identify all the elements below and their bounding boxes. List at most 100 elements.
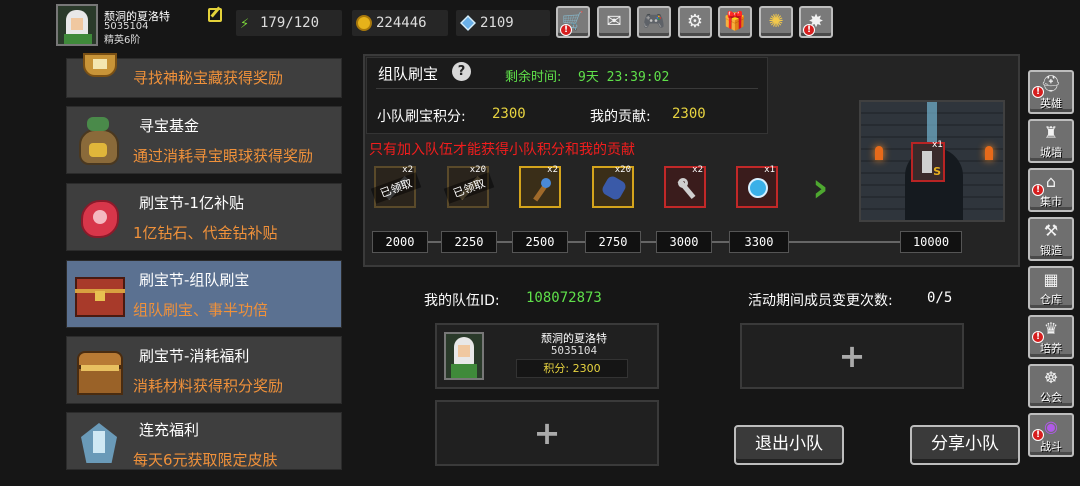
milestone-value: 2000 xyxy=(372,231,428,253)
reward-count: x1 xyxy=(764,165,775,175)
member-changes-label: 活动期间成员变更次数: xyxy=(748,293,893,309)
mail-icon: ✉ xyxy=(606,11,622,32)
event-item-desc: 组队刷宝、事半功倍 xyxy=(133,301,269,319)
sidebar-training[interactable]: ♛ 培养 ! xyxy=(1028,315,1074,359)
dungeon-preview: x1 S xyxy=(859,100,1005,222)
remaining-time-value: 9天 23:39:02 xyxy=(578,70,670,85)
event-item-subsidy[interactable]: 刷宝节-1亿补贴 1亿钻石、代金钻补贴 xyxy=(66,183,342,251)
next-arrow-icon[interactable]: › xyxy=(812,168,828,208)
milestone-value: 2750 xyxy=(585,231,641,253)
gear-icon: ⚙ xyxy=(686,11,704,32)
event-item-treasure-fund[interactable]: 寻宝基金 通过消耗寻宝眼球获得奖励 xyxy=(66,106,342,174)
sidebar-warehouse[interactable]: ▦ 仓库 xyxy=(1028,266,1074,310)
event-item-treasure-hunt[interactable]: 寻找神秘宝藏获得奖励 xyxy=(66,53,342,98)
sidebar-label: 锻造 xyxy=(1040,244,1062,257)
event-item-team-farming[interactable]: 刷宝节-组队刷宝 组队刷宝、事半功倍 xyxy=(66,260,342,328)
diamond-icon xyxy=(460,15,476,31)
alert-icon: ! xyxy=(803,24,815,36)
blue-orb-icon xyxy=(748,178,768,198)
event-item-consume-bonus[interactable]: 刷宝节-消耗福利 消耗材料获得积分奖励 xyxy=(66,336,342,404)
alert-icon: ! xyxy=(1032,429,1044,441)
empty-member-slot[interactable]: + xyxy=(435,400,659,466)
edit-name-icon[interactable] xyxy=(208,8,222,22)
avatar-face xyxy=(71,18,83,30)
plus-icon: + xyxy=(838,337,866,375)
help-icon[interactable]: ? xyxy=(452,62,471,81)
colorwheel-icon: ✺ xyxy=(768,11,784,32)
reward-slot[interactable]: x2 xyxy=(519,165,561,208)
team-score-value: 2300 xyxy=(492,106,526,122)
divider xyxy=(376,88,758,89)
share-team-button[interactable]: 分享小队 xyxy=(910,425,1020,465)
gold-coin-icon xyxy=(356,15,372,31)
red-gem-icon xyxy=(71,190,127,246)
settings-button[interactable]: ⚙ xyxy=(678,6,712,38)
player-rank: 精英6阶 xyxy=(104,35,141,46)
gold-counter: 224446 xyxy=(352,10,448,36)
leave-team-button[interactable]: 退出小队 xyxy=(734,425,844,465)
energy-value: 179/120 xyxy=(260,15,320,31)
event-item-recharge[interactable]: 连充福利 每天6元获取限定皮肤 xyxy=(66,412,342,470)
sidebar-heroes[interactable]: ⛑ 英雄 ! xyxy=(1028,70,1074,114)
blue-ore-icon xyxy=(600,174,628,202)
player-avatar[interactable] xyxy=(56,4,98,46)
torch-icon xyxy=(985,146,993,160)
claimed-stamp: 已领取 xyxy=(443,172,495,204)
team-id-label: 我的队伍ID: xyxy=(424,293,500,309)
contribution-label: 我的贡献: xyxy=(590,109,651,125)
torch-icon xyxy=(875,146,883,160)
reward-count: x2 xyxy=(692,165,703,175)
sidebar-guild[interactable]: ☸ 公会 xyxy=(1028,364,1074,408)
gem-value: 2109 xyxy=(480,15,514,31)
warehouse-icon: ▦ xyxy=(1043,270,1059,289)
wrench-icon xyxy=(676,178,696,200)
anvil-icon: ⚒ xyxy=(1043,221,1059,240)
final-reward-count: x1 xyxy=(931,140,943,150)
event-item-desc: 消耗材料获得积分奖励 xyxy=(133,377,284,395)
reward-slot[interactable]: x2 已领取 xyxy=(370,165,422,208)
plus-icon: + xyxy=(533,414,561,452)
reward-slot[interactable]: x1 xyxy=(736,165,778,208)
gamepad-icon: 🎮 xyxy=(642,11,666,32)
fireworks-button[interactable]: ✸ ! xyxy=(799,6,833,38)
member-id: 5035104 xyxy=(550,344,598,357)
treasure-chest-icon xyxy=(71,45,127,101)
sidebar-forge[interactable]: ⚒ 锻造 xyxy=(1028,217,1074,261)
final-reward-slot[interactable]: x1 S xyxy=(911,140,945,182)
team-score-label: 小队刷宝积分: xyxy=(377,109,466,125)
gift-icon: 🎁 xyxy=(723,11,747,32)
gamepad-button[interactable]: 🎮 xyxy=(637,6,671,38)
alert-icon: ! xyxy=(1032,331,1044,343)
team-id-value: 108072873 xyxy=(526,290,602,306)
reward-count: x20 xyxy=(614,165,631,175)
ice-crystal-icon xyxy=(71,417,127,473)
sidebar-label: 公会 xyxy=(1040,391,1062,404)
open-chest-icon xyxy=(71,343,127,399)
sidebar-battle[interactable]: ◉ 战斗 ! xyxy=(1028,413,1074,457)
reward-slot[interactable]: x20 xyxy=(592,165,634,208)
energy-icon xyxy=(240,10,256,36)
reward-slot[interactable]: x20 已领取 xyxy=(443,165,495,208)
sidebar-label: 城墙 xyxy=(1040,146,1062,159)
avatar-robe xyxy=(64,34,92,44)
money-bag-icon xyxy=(71,113,127,169)
colorwheel-button[interactable]: ✺ xyxy=(759,6,793,38)
milestone-value: 2500 xyxy=(512,231,568,253)
member-avatar xyxy=(444,332,484,380)
reward-slot[interactable]: x2 xyxy=(664,165,706,208)
member-score: 积分: 2300 xyxy=(516,359,628,378)
gift-button[interactable]: 🎁 xyxy=(718,6,752,38)
mail-button[interactable]: ✉ xyxy=(597,6,631,38)
event-item-title: 刷宝节-消耗福利 xyxy=(139,347,250,365)
sidebar-walls[interactable]: ♜ 城墙 xyxy=(1028,119,1074,163)
milestone-value: 3300 xyxy=(729,231,789,253)
gem-counter: 2109 xyxy=(456,10,550,36)
empty-member-slot[interactable]: + xyxy=(740,323,964,389)
join-team-warning: 只有加入队伍才能获得小队积分和我的贡献 xyxy=(369,142,635,158)
event-item-desc: 通过消耗寻宝眼球获得奖励 xyxy=(133,147,314,165)
shop-button[interactable]: 🛒 ! xyxy=(556,6,590,38)
sidebar-market[interactable]: ⌂ 集市 ! xyxy=(1028,168,1074,212)
alert-icon: ! xyxy=(1032,86,1044,98)
castle-icon: ♜ xyxy=(1043,123,1059,142)
final-reward-tag: S xyxy=(933,165,941,178)
